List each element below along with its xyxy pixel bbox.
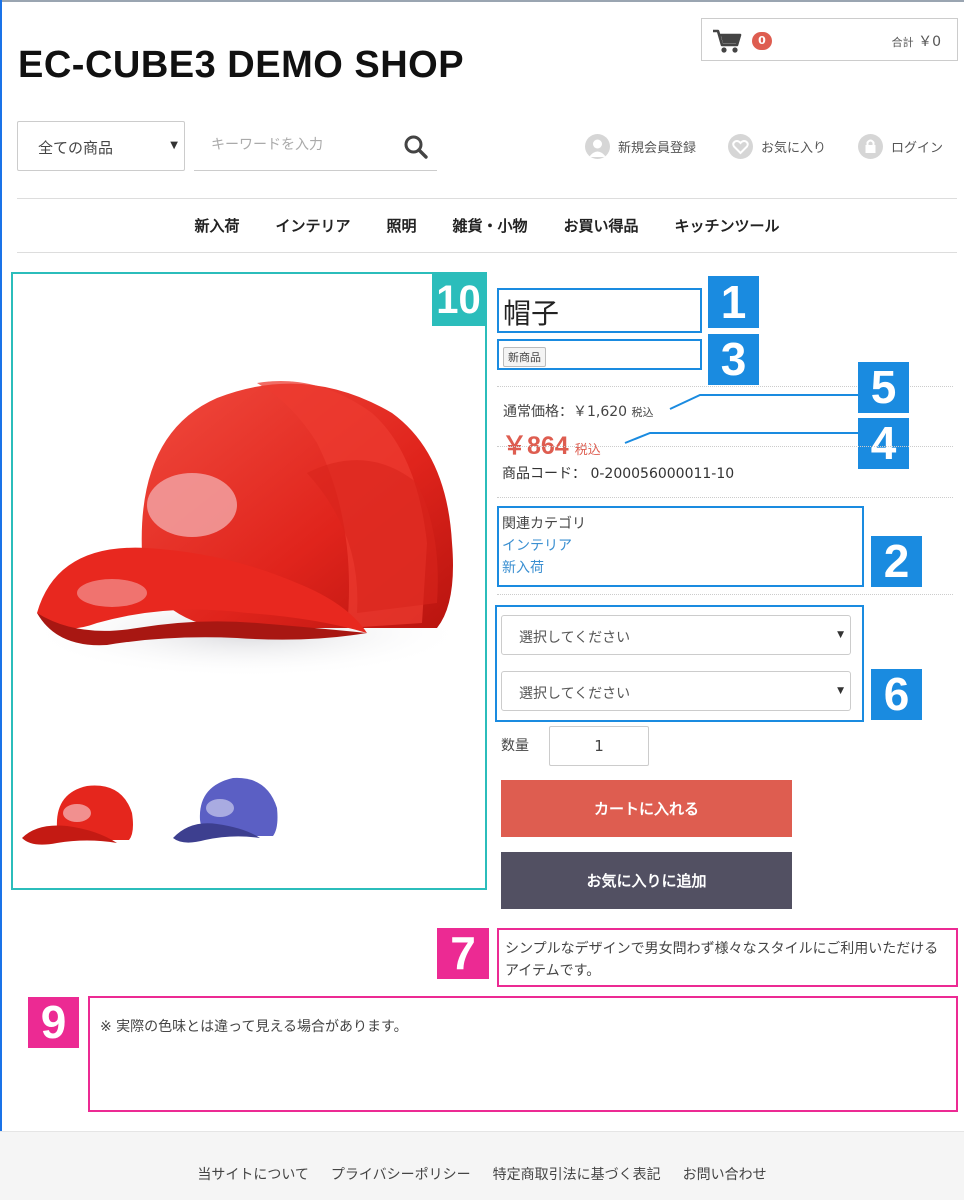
annotation-10: 10: [432, 274, 485, 326]
quantity-input[interactable]: [549, 726, 649, 766]
nav-item-kitchen[interactable]: キッチンツール: [675, 215, 780, 236]
annotation-9: 9: [28, 997, 79, 1048]
chevron-down-icon: ▼: [837, 686, 844, 696]
add-to-cart-button[interactable]: カートに入れる: [501, 780, 792, 837]
cart-icon: [713, 29, 742, 53]
cart-total: 合計 ￥0: [892, 31, 941, 51]
annotation-3: 3: [708, 334, 759, 385]
annotation-7: 7: [437, 928, 489, 979]
footer-link-contact[interactable]: お問い合わせ: [683, 1164, 767, 1184]
divider: [497, 446, 953, 447]
add-to-favorites-button[interactable]: お気に入りに追加: [501, 852, 792, 909]
annotation-1: 1: [708, 276, 759, 328]
nav-item-lighting[interactable]: 照明: [386, 215, 416, 236]
related-category-link-new[interactable]: 新入荷: [502, 557, 586, 579]
product-description: シンプルなデザインで男女問わず様々なスタイルにご利用いただけるアイテムです。: [497, 928, 958, 987]
annotation-2: 2: [871, 536, 922, 587]
heart-icon: [728, 133, 753, 159]
favorites-label: お気に入り: [761, 140, 827, 156]
login-label: ログイン: [891, 140, 944, 156]
footer-link-tokushoho[interactable]: 特定商取引法に基づく表記: [493, 1164, 661, 1184]
nav-item-new[interactable]: 新入荷: [194, 215, 239, 236]
product-code-label: 商品コード：: [502, 466, 586, 482]
register-link[interactable]: 新規会員登録: [585, 133, 696, 159]
related-category-heading: 関連カテゴリ: [502, 516, 586, 532]
product-thumbnail-blue[interactable]: [165, 768, 295, 860]
user-icon: [585, 133, 610, 159]
window-top-border: [0, 0, 964, 2]
product-main-image[interactable]: [17, 283, 479, 743]
search-icon[interactable]: [403, 134, 429, 160]
cart-summary[interactable]: 0 合計 ￥0: [701, 18, 958, 61]
product-code: 商品コード： 0-200056000011-10: [502, 463, 734, 483]
global-nav: 新入荷 インテリア 照明 雑貨・小物 お買い得品 キッチンツール: [17, 198, 957, 253]
new-product-badge: 新商品: [503, 347, 546, 367]
annotation-4: 4: [858, 418, 909, 469]
class-select-2-value: 選択してください: [519, 686, 631, 702]
window-left-border: [0, 0, 2, 1200]
category-select[interactable]: 全ての商品 ▼: [17, 121, 185, 171]
product-name: 帽子: [503, 297, 560, 330]
nav-item-interior[interactable]: インテリア: [275, 215, 350, 236]
regular-price-label: 通常価格：: [503, 404, 573, 420]
annotation-leaders: [624, 394, 860, 444]
category-select-value: 全ての商品: [38, 139, 114, 157]
divider: [497, 497, 953, 498]
product-thumbnail-red[interactable]: [17, 768, 147, 860]
footer-link-about[interactable]: 当サイトについて: [197, 1164, 309, 1184]
chevron-down-icon: ▼: [170, 140, 178, 151]
footer: 当サイトについて プライバシーポリシー 特定商取引法に基づく表記 お問い合わせ: [0, 1131, 964, 1200]
class-select-1[interactable]: 選択してください ▼: [501, 615, 851, 655]
shop-title[interactable]: EC-CUBE3 DEMO SHOP: [18, 44, 464, 87]
search-field: [194, 121, 437, 171]
favorites-link[interactable]: お気に入り: [728, 133, 826, 159]
cart-total-label: 合計: [891, 36, 914, 49]
cart-count-badge: 0: [752, 32, 772, 50]
register-label: 新規会員登録: [618, 140, 697, 156]
search-input[interactable]: [194, 121, 394, 169]
sale-price: ￥864 税込: [502, 426, 601, 462]
class-select-1-value: 選択してください: [519, 630, 631, 646]
annotation-6: 6: [871, 669, 922, 720]
free-area: ※ 実際の色味とは違って見える場合があります。: [88, 996, 958, 1112]
footer-link-privacy[interactable]: プライバシーポリシー: [331, 1164, 471, 1184]
cart-total-value: ￥0: [918, 34, 941, 50]
login-link[interactable]: ログイン: [858, 133, 943, 159]
class-select-2[interactable]: 選択してください ▼: [501, 671, 851, 711]
product-code-value: 0-200056000011-10: [590, 466, 735, 482]
related-categories: 関連カテゴリ インテリア 新入荷: [502, 513, 586, 579]
divider: [497, 594, 953, 595]
lock-icon: [858, 133, 883, 159]
nav-item-bargain[interactable]: お買い得品: [564, 215, 639, 236]
related-category-link-interior[interactable]: インテリア: [502, 535, 586, 557]
chevron-down-icon: ▼: [837, 630, 844, 640]
quantity-label: 数量: [501, 738, 529, 754]
annotation-5: 5: [858, 362, 909, 413]
nav-item-goods[interactable]: 雑貨・小物: [453, 215, 528, 236]
